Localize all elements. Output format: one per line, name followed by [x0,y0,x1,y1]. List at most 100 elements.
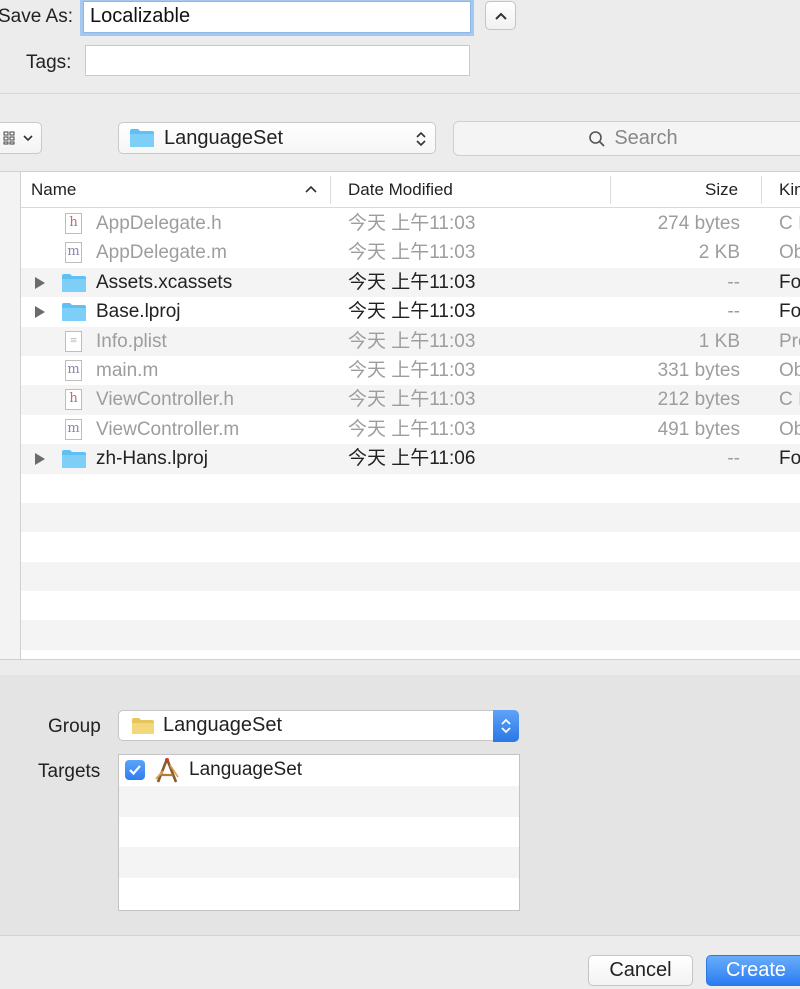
sort-ascending-icon[interactable] [305,185,317,193]
location-label: LanguageSet [164,126,284,149]
target-name: LanguageSet [189,759,303,780]
file-size: 2 KB [698,242,740,264]
empty-row [21,474,800,503]
empty-row [119,878,519,909]
file-row[interactable]: m AppDelegate.m 今天 上午11:03 2 KB Ob [21,238,800,267]
file-date: 今天 上午11:03 [348,213,476,234]
file-row[interactable]: Base.lproj 今天 上午11:03 -- Fo [21,297,800,326]
disclosure-triangle-icon[interactable] [35,453,45,466]
sidebar-edge [0,172,21,659]
file-size: 1 KB [698,330,740,352]
file-name: ViewController.h [96,389,235,411]
checkmark-icon [129,765,141,776]
file-row[interactable]: Assets.xcassets 今天 上午11:03 -- Fo [21,267,800,298]
cancel-button[interactable]: Cancel [588,955,693,986]
empty-row [21,532,800,561]
dialog-footer: Cancel Create [0,935,800,989]
file-row[interactable]: h AppDelegate.h 今天 上午11:03 274 bytes C I [21,209,800,238]
h-file-icon: h [65,389,82,411]
file-size: 212 bytes [657,389,740,411]
file-browser: Name Date Modified Size Kin h AppDelegat… [0,171,800,659]
empty-row [119,785,519,817]
options-panel: Group LanguageSet Targets LanguageSet [0,675,800,935]
empty-row [119,847,519,879]
chevron-down-icon [23,135,33,142]
up-down-chevrons-icon [416,131,426,147]
view-mode-button[interactable] [0,122,42,154]
column-size[interactable]: Size [705,172,738,208]
up-down-chevrons-icon [501,718,511,734]
file-row[interactable]: h ViewController.h 今天 上午11:03 212 bytes … [21,385,800,415]
file-kind: Fo [779,271,800,293]
empty-row [21,502,800,533]
collapse-button[interactable] [485,1,516,30]
column-date-modified[interactable]: Date Modified [348,172,453,208]
file-date: 今天 上午11:03 [348,359,476,381]
file-name: Base.lproj [96,301,181,323]
location-popup[interactable]: LanguageSet [118,122,436,154]
file-row[interactable]: m main.m 今天 上午11:03 331 bytes Ob [21,356,800,385]
search-icon [589,130,605,147]
file-kind: Ob [779,242,800,264]
column-header: Name Date Modified Size Kin [21,172,800,208]
file-kind: Fo [779,448,800,470]
group-stepper[interactable] [493,710,519,742]
group-label: Group [48,716,101,737]
file-name: zh-Hans.lproj [96,448,208,470]
column-separator [330,176,331,204]
search-placeholder: Search [614,127,678,149]
column-name[interactable]: Name [31,172,76,208]
file-name: Assets.xcassets [96,271,233,293]
column-kind[interactable]: Kin [779,172,800,208]
save-as-field[interactable]: Localizable [83,1,471,33]
file-kind: Fo [779,301,800,323]
file-size: 491 bytes [657,418,740,440]
folder-icon [62,273,86,292]
search-field[interactable]: Search [453,121,800,156]
file-date: 今天 上午11:03 [348,271,476,293]
disclosure-triangle-icon[interactable] [35,276,45,289]
plist-file-icon: ≡ [65,330,82,352]
file-row[interactable]: zh-Hans.lproj 今天 上午11:06 -- Fo [21,444,800,474]
file-size: -- [727,448,740,470]
file-kind: Ob [779,359,800,381]
target-checkbox[interactable] [125,760,145,780]
m-file-icon: m [65,418,82,440]
m-file-icon: m [65,359,82,381]
file-kind: C I [779,213,800,234]
file-date: 今天 上午11:03 [348,242,476,264]
browser-divider [0,659,800,675]
folder-icon [62,303,86,322]
file-size: 274 bytes [657,213,740,234]
target-row[interactable]: LanguageSet [119,755,519,786]
file-row[interactable]: ≡ Info.plist 今天 上午11:03 1 KB Pro [21,326,800,356]
empty-row [21,620,800,650]
file-size: -- [727,271,740,293]
disclosure-triangle-icon[interactable] [35,306,45,319]
h-file-icon: h [65,213,82,234]
tags-field[interactable] [85,45,470,76]
grid-view-icon [3,131,15,145]
group-folder-icon [132,717,154,734]
file-list: h AppDelegate.h 今天 上午11:03 274 bytes C I… [21,209,800,650]
targets-label: Targets [38,761,101,782]
file-name: ViewController.m [96,418,240,440]
folder-icon [130,129,154,147]
folder-icon [62,450,86,469]
empty-row [119,817,519,848]
targets-list: LanguageSet [118,754,520,911]
group-popup[interactable]: LanguageSet [118,710,519,742]
column-separator [761,176,762,204]
file-row[interactable]: m ViewController.m 今天 上午11:03 491 bytes … [21,415,800,444]
file-date: 今天 上午11:03 [348,389,476,411]
chevron-up-icon [494,12,507,20]
tags-label: Tags: [26,52,72,73]
empty-row [21,591,800,620]
column-separator [610,176,611,204]
save-header: Save As: Localizable Tags: [0,0,800,94]
file-size: -- [727,301,740,323]
create-button[interactable]: Create [706,955,800,986]
m-file-icon: m [65,242,82,264]
empty-row [21,561,800,592]
file-date: 今天 上午11:03 [348,330,476,352]
